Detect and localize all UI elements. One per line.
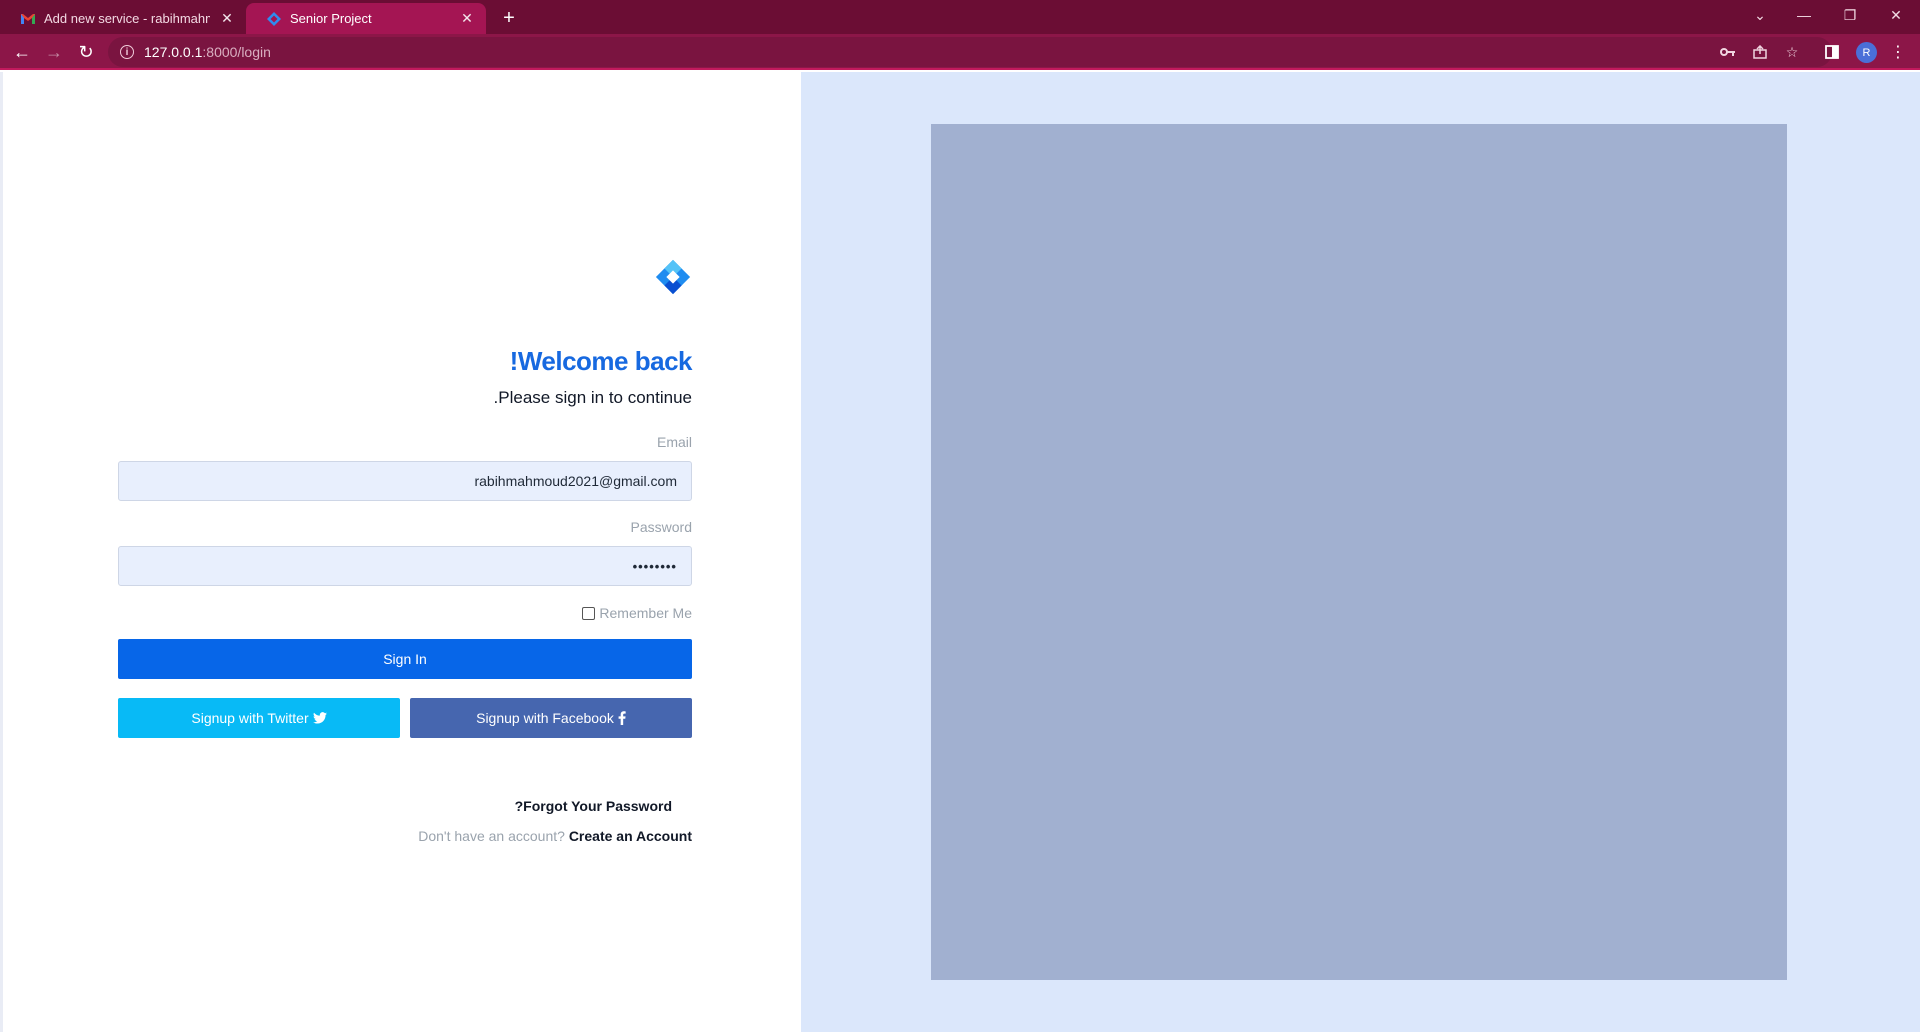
forgot-password-link[interactable]: ?Forgot Your Password: [515, 798, 672, 814]
more-menu-icon[interactable]: ⋮: [1888, 40, 1908, 64]
page-content: !Welcome back .Please sign in to continu…: [0, 72, 1920, 1032]
browser-tabstrip: Add new service - rabihmahmoud2021 ✕ Sen…: [0, 0, 1920, 34]
twitter-icon: [312, 712, 327, 724]
forward-arrow-icon[interactable]: →: [40, 38, 68, 66]
window-close-icon[interactable]: ✕: [1874, 0, 1918, 30]
back-arrow-icon[interactable]: ←: [8, 38, 36, 66]
tab-senior-project[interactable]: Senior Project ✕: [246, 3, 486, 34]
site-info-icon[interactable]: i: [120, 45, 134, 59]
email-field[interactable]: rabihmahmoud2021@gmail.com: [118, 461, 692, 501]
no-account-text: Don't have an account?: [418, 828, 565, 844]
email-label: Email: [656, 434, 692, 450]
tab-gmail[interactable]: Add new service - rabihmahmoud2021 ✕: [0, 3, 246, 34]
url-host: 127.0.0.1: [144, 44, 203, 60]
close-icon[interactable]: ✕: [218, 10, 236, 28]
browser-toolbar: ← → ↻ i 127.0.0.1:8000/login ☆ R ⋮: [0, 34, 1920, 70]
new-tab-plus-icon[interactable]: +: [496, 5, 522, 31]
close-icon[interactable]: ✕: [458, 10, 476, 28]
app-logo-icon: [266, 11, 282, 27]
reload-icon[interactable]: ↻: [72, 38, 100, 66]
share-icon[interactable]: [1750, 42, 1770, 62]
password-label: Password: [630, 519, 692, 535]
page-subtitle: .Please sign in to continue: [493, 388, 692, 407]
tab-title: Add new service - rabihmahmoud2021: [44, 11, 210, 26]
url-path: :8000/login: [202, 44, 271, 60]
star-bookmark-icon[interactable]: ☆: [1782, 42, 1802, 62]
profile-avatar[interactable]: R: [1856, 42, 1877, 63]
page-title: !Welcome back: [509, 346, 693, 376]
remember-me-checkbox[interactable]: [582, 606, 596, 620]
sign-in-button[interactable]: Sign In: [118, 639, 692, 679]
twitter-label: Signup with Twitter: [191, 710, 309, 726]
signup-facebook-button[interactable]: Signup with Facebook: [410, 698, 692, 738]
illustration-image: [931, 124, 1787, 980]
create-account-line: Don't have an account? Create an Account: [418, 828, 692, 844]
signup-twitter-button[interactable]: Signup with Twitter: [118, 698, 400, 738]
restore-icon[interactable]: ❐: [1828, 0, 1872, 30]
login-pane: !Welcome back .Please sign in to continu…: [0, 72, 801, 1032]
remember-me[interactable]: Remember Me: [582, 605, 692, 621]
email-value: rabihmahmoud2021@gmail.com: [474, 473, 677, 489]
illustration-pane: [801, 72, 1920, 1032]
password-value: ••••••••: [632, 558, 677, 574]
key-icon[interactable]: [1718, 42, 1738, 62]
remember-me-label: Remember Me: [599, 605, 692, 621]
app-logo-icon: [654, 258, 692, 296]
facebook-label: Signup with Facebook: [476, 710, 614, 726]
minimize-icon[interactable]: —: [1782, 0, 1826, 30]
password-field[interactable]: ••••••••: [118, 546, 692, 586]
tab-title: Senior Project: [290, 11, 372, 26]
address-bar[interactable]: i 127.0.0.1:8000/login: [108, 37, 1832, 67]
gmail-icon: [20, 11, 36, 27]
side-panel-icon[interactable]: [1822, 42, 1842, 62]
create-account-link[interactable]: Create an Account: [569, 828, 692, 844]
sign-in-label: Sign In: [383, 651, 427, 667]
tab-search-chevron-icon[interactable]: ⌄: [1738, 0, 1782, 30]
facebook-icon: [618, 711, 626, 725]
